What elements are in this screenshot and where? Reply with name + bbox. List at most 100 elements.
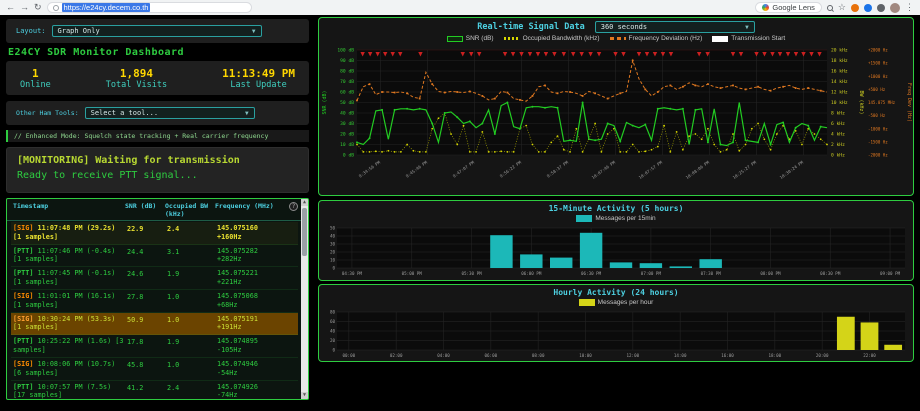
row-tag: [PTT] [13,383,33,391]
svg-text:+500 Hz: +500 Hz [868,87,886,92]
row-tag: [SIG] [13,292,33,300]
bookmark-star-icon[interactable]: ☆ [838,3,846,12]
row-tag: [PTT] [13,247,33,255]
help-icon[interactable]: ? [289,202,298,211]
row-tag: [PTT] [13,337,33,345]
extension-icon-1[interactable] [851,4,859,12]
svg-text:10:08:06 PM: 10:08:06 PM [685,159,711,180]
svg-text:20: 20 [330,250,336,255]
svg-text:20 dB: 20 dB [340,132,354,138]
enhanced-mode-note: // Enhanced Mode: Squelch state tracking… [6,130,309,142]
chevron-down-icon: ▼ [245,110,249,117]
svg-text:18:00: 18:00 [769,353,782,358]
chevron-down-icon: ▼ [252,28,256,35]
svg-text:-2000 Hz: -2000 Hz [868,153,888,158]
extension-icon-2[interactable] [864,4,872,12]
svg-text:Freq Dev (Hz): Freq Dev (Hz) [906,83,912,122]
activity-hourly-panel: Hourly Activity (24 hours) Messages per … [318,284,914,362]
search-icon[interactable] [827,5,833,11]
col-snr: SNR (dB) [125,202,163,218]
a15-title: 15-Minute Activity (5 hours) [549,204,684,213]
svg-text:04:30 PM: 04:30 PM [342,271,363,276]
table-row[interactable]: [PTT] 10:25:22 PM (1.6s) [3 samples]17.8… [11,335,298,358]
dev-swatch-icon [610,37,626,40]
svg-text:06:00 PM: 06:00 PM [521,271,542,276]
svg-text:06:00: 06:00 [485,353,498,358]
svg-text:10:30:24 PM: 10:30:24 PM [779,159,805,180]
table-row[interactable]: [SIG] 11:01:01 PM (16.1s) [1 samples]27.… [11,290,298,313]
table-row[interactable]: [PTT] 10:07:57 PM (7.5s) [17 samples]41.… [11,381,298,400]
address-bar[interactable]: https://e24cy.decem.co.th [47,2,252,13]
google-lens-button[interactable]: Google Lens [755,2,822,13]
svg-text:20 kHz: 20 kHz [831,48,848,54]
svg-text:08:00: 08:00 [532,353,545,358]
svg-text:+1500 Hz: +1500 Hz [868,61,888,66]
back-icon[interactable]: ← [6,3,15,12]
url-text[interactable]: https://e24cy.decem.co.th [62,3,151,12]
extension-icon-3[interactable] [877,4,885,12]
profile-avatar[interactable] [890,3,900,13]
svg-text:BW (kHz): BW (kHz) [858,90,864,114]
stat-total-visits: 1,894 Total Visits [106,67,167,90]
svg-text:06:30 PM: 06:30 PM [581,271,602,276]
legend-bw: Occupied Bandwidth (kHz) [504,35,600,42]
activity-15min-chart: 0102030405004:30 PM05:00 PM05:30 PM06:00… [319,223,913,281]
svg-text:20:00: 20:00 [816,353,829,358]
row-tag: [PTT] [13,269,33,277]
table-row[interactable]: [PTT] 11:07:45 PM (-0.1s) [1 samples]24.… [11,267,298,290]
table-scrollbar[interactable]: ▲ ▼ [301,199,308,399]
col-bw: Occupied BW (kHz) [165,202,213,218]
svg-text:50 dB: 50 dB [340,100,354,106]
svg-text:10 kHz: 10 kHz [831,100,848,106]
a15-swatch-icon [576,215,592,222]
monitoring-status: [MONITORING] Waiting for transmission [17,155,298,166]
svg-text:145.075 MHz: 145.075 MHz [868,100,896,105]
svg-text:18 kHz: 18 kHz [831,58,848,64]
svg-text:9:58:37 PM: 9:58:37 PM [546,159,570,178]
svg-text:10:07:57 PM: 10:07:57 PM [638,159,664,180]
svg-text:70 dB: 70 dB [340,79,354,85]
tools-panel: Other Ham Tools: Select a tool... ▼ [6,101,309,125]
page-title: E24CY SDR Monitor Dashboard [8,47,307,58]
table-row[interactable]: [PTT] 11:07:46 PM (-0.4s) [1 samples]24.… [11,245,298,268]
site-info-icon[interactable] [53,5,59,11]
tools-select[interactable]: Select a tool... ▼ [85,107,255,119]
svg-text:100 dB: 100 dB [337,48,354,54]
svg-text:2 kHz: 2 kHz [831,142,845,148]
stats-panel: 1 Online 1,894 Total Visits 11:13:49 PM … [6,61,309,95]
scrollbar-thumb[interactable] [302,208,307,256]
table-row[interactable]: [SIG] 10:08:06 PM (10.7s) [6 samples]45.… [11,358,298,381]
svg-text:10:25:27 PM: 10:25:27 PM [732,159,758,180]
svg-text:0 dB: 0 dB [343,153,354,159]
chevron-down-icon: ▼ [745,24,749,31]
svg-text:4 kHz: 4 kHz [831,132,845,138]
svg-text:12:00: 12:00 [627,353,640,358]
layout-select[interactable]: Graph Only ▼ [52,25,262,37]
reload-icon[interactable]: ↻ [34,3,42,12]
lens-label: Google Lens [772,3,815,12]
svg-text:05:30 PM: 05:30 PM [461,271,482,276]
stat-total-visits-value: 1,894 [106,67,167,80]
svg-text:9:34:56 PM: 9:34:56 PM [358,159,382,178]
svg-text:02:00: 02:00 [390,353,403,358]
row-tag: [SIG] [13,315,33,323]
scroll-up-icon[interactable]: ▲ [301,199,308,206]
svg-text:12 kHz: 12 kHz [831,90,848,96]
svg-text:8 kHz: 8 kHz [831,111,845,117]
svg-text:04:00: 04:00 [437,353,450,358]
table-body: [SIG] 11:07:48 PM (29.2s) [1 samples]22.… [7,221,308,400]
layout-label: Layout: [16,27,46,35]
svg-text:40 dB: 40 dB [340,111,354,117]
table-row[interactable]: [SIG] 10:30:24 PM (53.3s) [1 samples]50.… [11,313,298,336]
range-select[interactable]: 360 seconds ▼ [595,21,755,33]
svg-text:09:00 PM: 09:00 PM [880,271,901,276]
row-tag: [SIG] [13,360,33,368]
forward-icon[interactable]: → [20,3,29,12]
table-header: Timestamp SNR (dB) Occupied BW (kHz) Fre… [7,199,308,221]
stat-total-visits-label: Total Visits [106,80,167,90]
scroll-down-icon[interactable]: ▼ [301,392,308,399]
stat-online-label: Online [20,80,51,90]
menu-icon[interactable]: ⋮ [905,3,914,12]
left-column: Layout: Graph Only ▼ E24CY SDR Monitor D… [6,19,309,400]
table-row[interactable]: [SIG] 11:07:48 PM (29.2s) [1 samples]22.… [11,222,298,245]
